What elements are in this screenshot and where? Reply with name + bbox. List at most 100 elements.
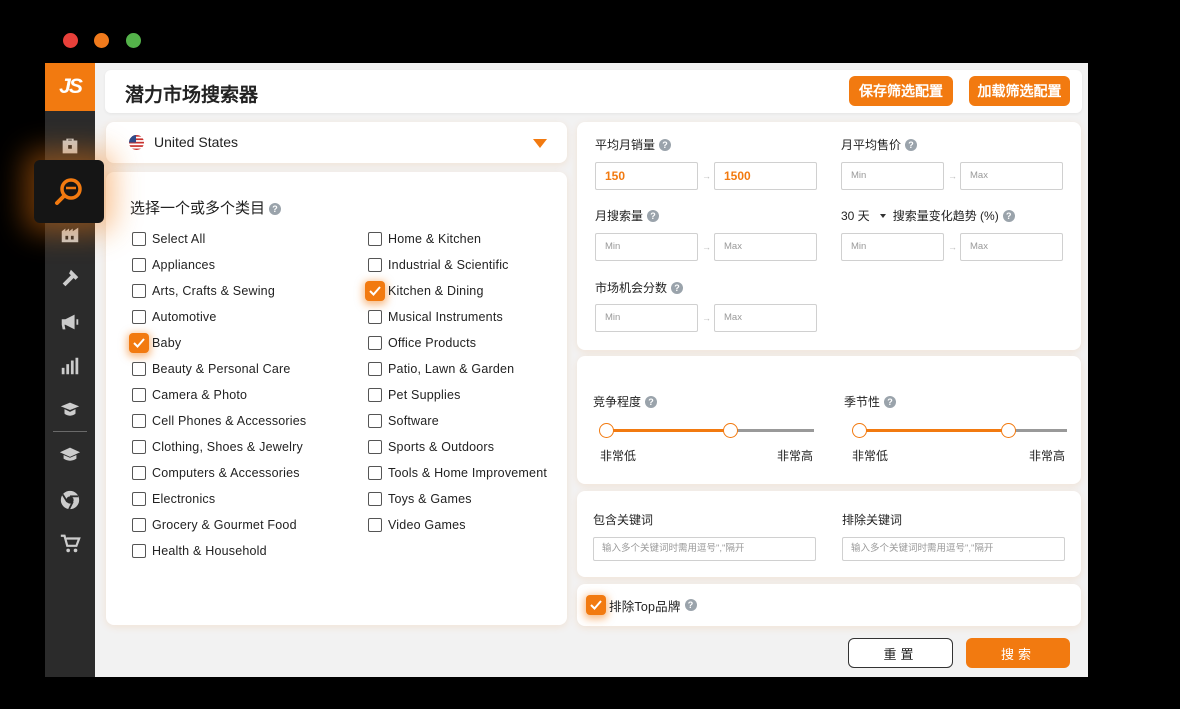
category-item-beauty-personal-care[interactable]: Beauty & Personal Care xyxy=(132,361,291,377)
category-item-automotive[interactable]: Automotive xyxy=(132,309,217,325)
window-close-button[interactable] xyxy=(63,33,78,48)
chrome-icon[interactable] xyxy=(58,488,82,512)
load-config-button[interactable]: 加载筛选配置 xyxy=(969,76,1070,106)
checkbox[interactable] xyxy=(368,232,382,246)
include-keywords-input[interactable]: 输入多个关键词时需用逗号","隔开 xyxy=(593,537,816,561)
checkbox[interactable] xyxy=(368,362,382,376)
help-icon[interactable]: ? xyxy=(671,282,684,294)
market-search-icon[interactable] xyxy=(34,160,104,223)
checkbox[interactable] xyxy=(132,414,146,428)
category-item-office-products[interactable]: Office Products xyxy=(368,335,476,351)
help-icon[interactable]: ? xyxy=(884,396,897,408)
category-item-pet-supplies[interactable]: Pet Supplies xyxy=(368,387,461,403)
graduation-hat-icon[interactable] xyxy=(58,398,82,422)
category-label: Pet Supplies xyxy=(388,388,461,402)
monthly-search-max-input[interactable]: Max xyxy=(714,233,817,261)
checkbox[interactable] xyxy=(132,232,146,246)
category-item-arts-crafts-sewing[interactable]: Arts, Crafts & Sewing xyxy=(132,283,275,299)
help-icon[interactable]: ? xyxy=(684,599,697,611)
cart-icon[interactable] xyxy=(58,532,82,556)
trend-period-select[interactable]: 30 天 xyxy=(841,209,870,223)
category-item-video-games[interactable]: Video Games xyxy=(368,517,466,533)
window-maximize-button[interactable] xyxy=(126,33,141,48)
checkbox[interactable] xyxy=(368,336,382,350)
period-dropdown-icon[interactable] xyxy=(879,214,886,218)
category-item-musical-instruments[interactable]: Musical Instruments xyxy=(368,309,503,325)
competition-min-handle[interactable] xyxy=(598,423,614,438)
category-item-baby[interactable]: Baby xyxy=(129,333,181,353)
help-icon[interactable]: ? xyxy=(1002,210,1015,222)
checkbox[interactable] xyxy=(132,284,146,298)
checkbox[interactable] xyxy=(368,518,382,532)
checkbox[interactable] xyxy=(132,440,146,454)
help-icon[interactable]: ? xyxy=(269,203,282,215)
checkbox[interactable] xyxy=(368,414,382,428)
search-button[interactable]: 搜索 xyxy=(966,638,1070,668)
category-item-clothing-shoes-jewelry[interactable]: Clothing, Shoes & Jewelry xyxy=(132,439,303,455)
checkbox[interactable] xyxy=(132,492,146,506)
checkbox[interactable] xyxy=(368,492,382,506)
category-item-camera-photo[interactable]: Camera & Photo xyxy=(132,387,247,403)
category-item-grocery-gourmet-food[interactable]: Grocery & Gourmet Food xyxy=(132,517,297,533)
avg-price-max-input[interactable]: Max xyxy=(960,162,1063,190)
category-item-electronics[interactable]: Electronics xyxy=(132,491,215,507)
dashboard-icon[interactable] xyxy=(58,134,82,158)
dropdown-caret-icon[interactable] xyxy=(533,139,547,148)
category-item-sports-outdoors[interactable]: Sports & Outdoors xyxy=(368,439,494,455)
category-item-cell-phones-accessories[interactable]: Cell Phones & Accessories xyxy=(132,413,306,429)
category-item-patio-lawn-garden[interactable]: Patio, Lawn & Garden xyxy=(368,361,514,377)
category-item-industrial-scientific[interactable]: Industrial & Scientific xyxy=(368,257,509,273)
checkbox[interactable] xyxy=(132,518,146,532)
checkbox-checked-icon[interactable] xyxy=(129,333,149,353)
avg-sales-max-input[interactable]: 1500 xyxy=(714,162,817,190)
checkbox[interactable] xyxy=(132,258,146,272)
hammer-icon[interactable] xyxy=(58,266,82,290)
warehouse-icon[interactable] xyxy=(58,222,82,246)
category-item-computers-accessories[interactable]: Computers & Accessories xyxy=(132,465,300,481)
checkbox[interactable] xyxy=(368,258,382,272)
help-icon[interactable]: ? xyxy=(659,139,672,151)
avg-sales-min-input[interactable]: 150 xyxy=(595,162,698,190)
category-item-software[interactable]: Software xyxy=(368,413,439,429)
category-item-toys-games[interactable]: Toys & Games xyxy=(368,491,472,507)
category-item-appliances[interactable]: Appliances xyxy=(132,257,215,273)
seasonality-min-handle[interactable] xyxy=(851,423,867,438)
academy-icon[interactable] xyxy=(58,443,82,467)
category-item-tools-home-improvement[interactable]: Tools & Home Improvement xyxy=(368,465,547,481)
opportunity-max-input[interactable]: Max xyxy=(714,304,817,332)
checkbox[interactable] xyxy=(132,362,146,376)
category-item-select-all[interactable]: Select All xyxy=(132,231,205,247)
checkbox[interactable] xyxy=(368,466,382,480)
seasonality-max-handle[interactable] xyxy=(1001,423,1017,438)
exclude-top-brand-checkbox[interactable]: 排除Top品牌? xyxy=(586,595,697,615)
checkbox[interactable] xyxy=(368,388,382,402)
exclude-keywords-input[interactable]: 输入多个关键词时需用逗号","隔开 xyxy=(842,537,1065,561)
checkbox[interactable] xyxy=(132,310,146,324)
search-trend-max-input[interactable]: Max xyxy=(960,233,1063,261)
megaphone-icon[interactable] xyxy=(58,310,82,334)
app-logo[interactable]: JS xyxy=(45,63,95,111)
search-trend-min-input[interactable]: Min xyxy=(841,233,944,261)
category-item-health-household[interactable]: Health & Household xyxy=(132,543,267,559)
checkbox-checked-icon[interactable] xyxy=(365,281,385,301)
checkbox[interactable] xyxy=(368,310,382,324)
monthly-search-min-input[interactable]: Min xyxy=(595,233,698,261)
checkbox[interactable] xyxy=(368,440,382,454)
help-icon[interactable]: ? xyxy=(647,210,660,222)
checkbox[interactable] xyxy=(132,388,146,402)
country-select[interactable]: United States xyxy=(106,122,567,163)
help-icon[interactable]: ? xyxy=(645,396,658,408)
competition-max-handle[interactable] xyxy=(723,423,739,438)
checkbox-checked-icon[interactable] xyxy=(586,595,606,615)
checkbox[interactable] xyxy=(132,544,146,558)
save-config-button[interactable]: 保存筛选配置 xyxy=(849,76,953,106)
opportunity-min-input[interactable]: Min xyxy=(595,304,698,332)
window-minimize-button[interactable] xyxy=(94,33,109,48)
help-icon[interactable]: ? xyxy=(905,139,918,151)
checkbox[interactable] xyxy=(132,466,146,480)
reset-button[interactable]: 重置 xyxy=(848,638,953,668)
bar-chart-icon[interactable] xyxy=(58,354,82,378)
avg-price-min-input[interactable]: Min xyxy=(841,162,944,190)
category-item-kitchen-dining[interactable]: Kitchen & Dining xyxy=(365,281,484,301)
category-item-home-kitchen[interactable]: Home & Kitchen xyxy=(368,231,481,247)
